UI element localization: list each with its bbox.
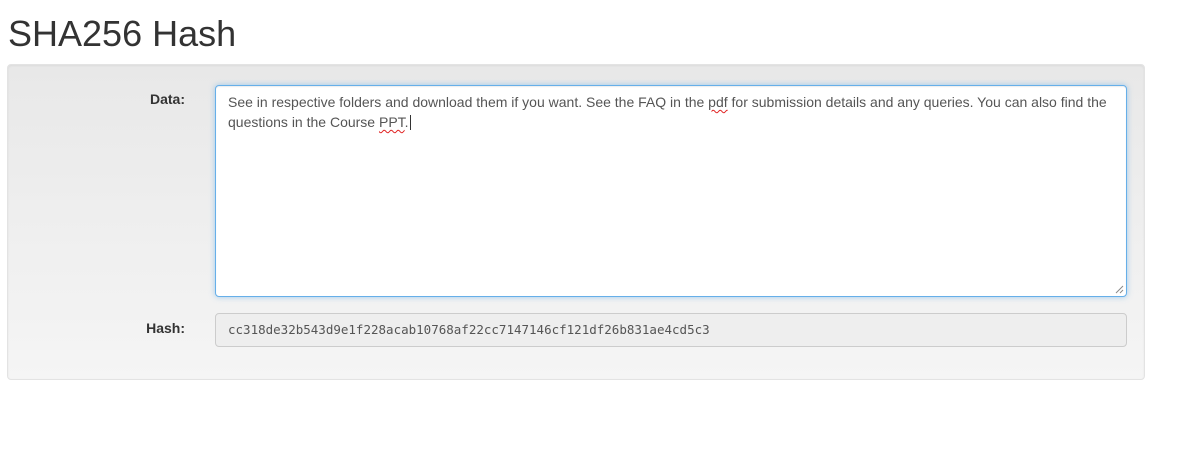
data-text-segment: See in respective folders and download t… [228, 94, 709, 110]
resize-grip-icon[interactable] [1115, 285, 1124, 294]
text-caret [409, 115, 411, 130]
hash-label: Hash: [146, 320, 185, 336]
data-text-segment: . [404, 114, 409, 130]
data-label: Data: [149, 91, 185, 107]
spellcheck-word-ppt: PPT [378, 114, 405, 130]
data-textarea[interactable]: See in respective folders and download t… [215, 85, 1127, 297]
page-title: SHA256 Hash [8, 13, 237, 54]
spellcheck-word-pdf: pdf [708, 94, 728, 110]
hash-output-field[interactable]: cc318de32b543d9e1f228acab10768af22cc7147… [215, 313, 1127, 347]
